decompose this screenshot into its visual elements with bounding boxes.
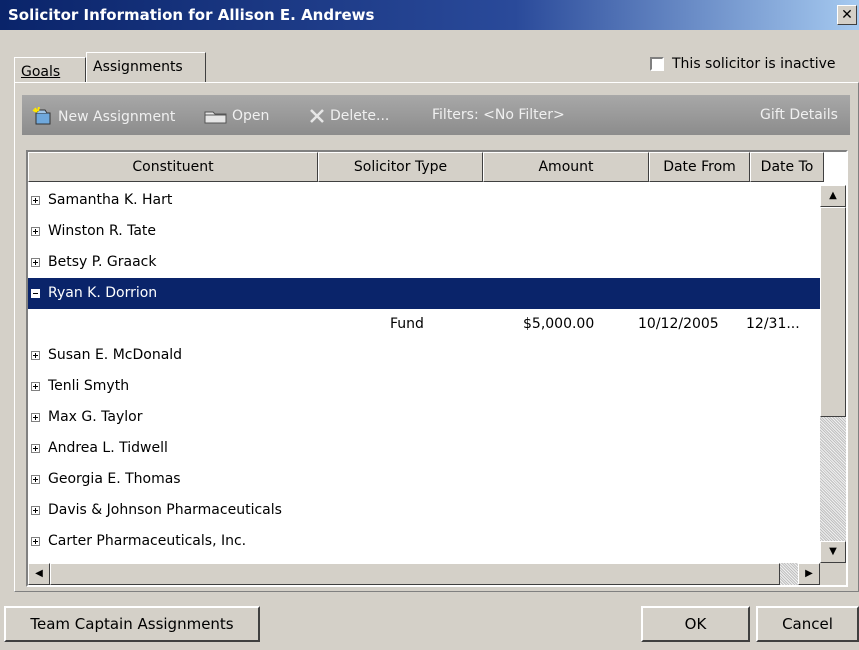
gift-details-button[interactable]: Gift Details [760, 107, 838, 123]
team-captain-assignments-button[interactable]: Team Captain Assignments [4, 606, 260, 642]
constituent-name: Carter Pharmaceuticals, Inc. [48, 533, 247, 549]
table-row[interactable]: Susan E. McDonald [28, 340, 820, 371]
tab-assignments-label: Assignments [93, 59, 183, 75]
table-row[interactable]: Betsy P. Graack [28, 247, 820, 278]
table-row[interactable]: Davis & Johnson Pharmaceuticals [28, 495, 820, 526]
inactive-checkbox-label: This solicitor is inactive [672, 56, 836, 72]
expand-plus-icon[interactable] [31, 537, 40, 546]
scroll-down-button[interactable]: ▼ [820, 541, 846, 563]
open-button[interactable]: Open [204, 107, 269, 125]
table-row[interactable]: Tenli Smyth [28, 371, 820, 402]
delete-icon [310, 109, 324, 123]
arrow-left-icon: ◀ [35, 568, 43, 579]
tab-goals[interactable]: Goals [14, 57, 86, 82]
grid-rows: Samantha K. Hart Winston R. Tate Betsy P… [28, 185, 820, 557]
column-header-date-to[interactable]: Date To [750, 152, 824, 182]
expand-plus-icon[interactable] [31, 351, 40, 360]
filters-button[interactable]: Filters: <No Filter> [432, 107, 565, 123]
expand-plus-icon[interactable] [31, 506, 40, 515]
inactive-checkbox[interactable] [650, 57, 664, 71]
new-assignment-button[interactable]: New Assignment [32, 107, 175, 127]
scroll-right-button[interactable]: ▶ [798, 563, 820, 585]
horizontal-scrollbar[interactable]: ◀ ▶ [28, 563, 820, 585]
date-from-cell: 10/12/2005 [638, 316, 719, 332]
tab-assignments[interactable]: Assignments [86, 52, 206, 82]
expand-plus-icon[interactable] [31, 413, 40, 422]
date-to-cell: 12/31... [746, 316, 800, 332]
constituent-name: Max G. Taylor [48, 409, 143, 425]
arrow-up-icon: ▲ [829, 190, 837, 201]
open-label: Open [232, 108, 270, 124]
column-header-solicitor-type[interactable]: Solicitor Type [318, 152, 483, 182]
table-row-selected[interactable]: Ryan K. Dorrion [28, 278, 820, 309]
constituent-name: Tenli Smyth [48, 378, 130, 394]
close-button[interactable]: ✕ [837, 5, 857, 25]
vertical-scroll-track[interactable] [820, 417, 846, 541]
constituent-name: Andrea L. Tidwell [48, 440, 168, 456]
expand-plus-icon[interactable] [31, 258, 40, 267]
ok-label: OK [684, 615, 707, 633]
amount-cell: $5,000.00 [523, 316, 595, 332]
new-assignment-icon [32, 107, 51, 125]
scroll-up-button[interactable]: ▲ [820, 185, 846, 207]
tab-goals-label: Goals [21, 64, 61, 80]
expand-plus-icon[interactable] [31, 444, 40, 453]
toolbar: New Assignment Open Delete... Filters: <… [22, 95, 850, 135]
constituent-name: Georgia E. Thomas [48, 471, 181, 487]
table-row[interactable]: Max G. Taylor [28, 402, 820, 433]
scrollbar-corner [820, 563, 846, 585]
column-header-date-from[interactable]: Date From [649, 152, 750, 182]
scroll-left-button[interactable]: ◀ [28, 563, 50, 585]
table-row[interactable]: Carter Pharmaceuticals, Inc. [28, 526, 820, 557]
constituent-name: Samantha K. Hart [48, 192, 173, 208]
expand-plus-icon[interactable] [31, 227, 40, 236]
table-row[interactable]: Andrea L. Tidwell [28, 433, 820, 464]
column-header-constituent[interactable]: Constituent [28, 152, 318, 182]
expand-plus-icon[interactable] [31, 475, 40, 484]
arrow-down-icon: ▼ [829, 546, 837, 557]
solicitor-type-cell: Fund [390, 316, 424, 332]
gift-details-label: Gift Details [760, 107, 838, 123]
team-captain-assignments-label: Team Captain Assignments [30, 615, 234, 633]
arrow-right-icon: ▶ [805, 568, 813, 579]
window-title: Solicitor Information for Allison E. And… [8, 6, 375, 24]
new-assignment-label: New Assignment [58, 109, 176, 125]
vertical-scrollbar[interactable]: ▲ ▼ [820, 185, 846, 563]
constituent-name: Susan E. McDonald [48, 347, 183, 363]
assignments-grid: Constituent Solicitor Type Amount Date F… [26, 150, 848, 587]
title-bar: Solicitor Information for Allison E. And… [0, 0, 859, 30]
vertical-scroll-thumb[interactable] [820, 207, 846, 417]
expand-plus-icon[interactable] [31, 196, 40, 205]
constituent-name: Betsy P. Graack [48, 254, 157, 270]
cancel-button[interactable]: Cancel [756, 606, 859, 642]
delete-label: Delete... [330, 108, 390, 124]
filters-label: Filters: <No Filter> [432, 107, 565, 123]
ok-button[interactable]: OK [641, 606, 750, 642]
inactive-checkbox-row[interactable]: This solicitor is inactive [650, 56, 836, 72]
grid-header: Constituent Solicitor Type Amount Date F… [28, 152, 824, 182]
collapse-minus-icon[interactable] [31, 289, 40, 298]
cancel-label: Cancel [782, 615, 833, 633]
expand-plus-icon[interactable] [31, 382, 40, 391]
constituent-name: Davis & Johnson Pharmaceuticals [48, 502, 282, 518]
delete-button[interactable]: Delete... [308, 107, 389, 125]
close-icon: ✕ [841, 7, 853, 23]
open-icon [204, 111, 227, 124]
horizontal-scroll-thumb[interactable] [50, 563, 780, 585]
constituent-name: Winston R. Tate [48, 223, 157, 239]
column-header-amount[interactable]: Amount [483, 152, 649, 182]
table-row[interactable]: Winston R. Tate [28, 216, 820, 247]
table-row[interactable]: Georgia E. Thomas [28, 464, 820, 495]
table-row[interactable]: Samantha K. Hart [28, 185, 820, 216]
table-row-detail[interactable]: Fund $5,000.00 10/12/2005 12/31... [28, 309, 820, 340]
horizontal-scroll-track[interactable] [780, 563, 798, 585]
constituent-name: Ryan K. Dorrion [48, 285, 158, 301]
